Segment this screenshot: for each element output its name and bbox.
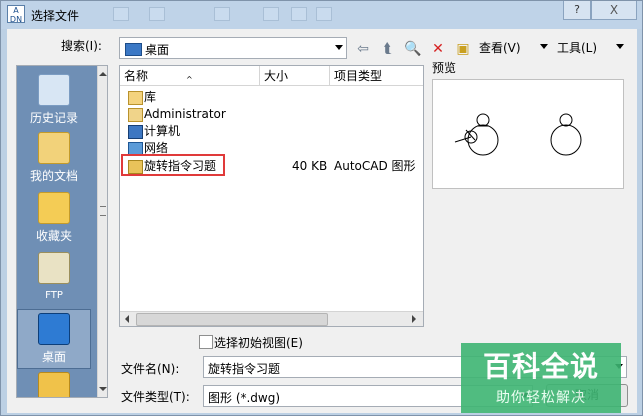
scroll-grip-icon[interactable] (100, 206, 106, 216)
file-dialog-window: A DN 选择文件 ? X 搜索(I): 桌面 ⇦ ⮬ 🔍 ✕ ▣ 查看(V) 工… (0, 0, 643, 416)
scroll-left-icon[interactable] (125, 315, 129, 323)
help-button[interactable]: ? (563, 1, 591, 20)
preview-label: 预览 (432, 61, 457, 75)
new-folder-icon[interactable]: ▣ (454, 40, 472, 58)
place-more[interactable] (17, 372, 91, 397)
column-header-type[interactable]: 项目类型 (330, 66, 423, 86)
delete-icon[interactable]: ✕ (429, 40, 447, 58)
filetype-label: 文件类型(T): (121, 390, 190, 404)
file-name: Administrator (144, 107, 226, 121)
place-history[interactable]: 历史记录 (17, 74, 91, 126)
file-row[interactable]: 计算机 (120, 123, 423, 139)
place-label: FTP (45, 290, 63, 301)
watermark-title: 百科全说 (482, 350, 599, 383)
library-icon (128, 91, 143, 105)
file-list-hscrollbar[interactable] (120, 311, 423, 326)
ghost-toolbar-icon (263, 7, 279, 21)
file-size: 40 KB (292, 159, 328, 173)
autocad-app-icon: A DN (7, 5, 25, 24)
desktop-small-icon (125, 43, 142, 56)
file-list: 名称 ^ 大小 项目类型 库 Administrator 计算机 网络 旋转指令… (119, 65, 424, 327)
dwg-preview-drawing (454, 113, 582, 156)
dialog-client-area: 搜索(I): 桌面 ⇦ ⮬ 🔍 ✕ ▣ 查看(V) 工具(L) 历史记录 我的文… (7, 29, 637, 413)
file-row-selected[interactable]: 旋转指令习题 40 KB AutoCAD 图形 (120, 154, 423, 176)
column-header-name[interactable]: 名称 ^ (120, 66, 260, 86)
desktop-icon (38, 313, 70, 345)
preview-pane (432, 79, 624, 189)
filename-value: 旋转指令习题 (208, 362, 281, 376)
favorites-icon (38, 192, 70, 224)
ghost-toolbar-icon (291, 7, 307, 21)
ghost-toolbar-icon (113, 7, 129, 21)
search-web-icon[interactable]: 🔍 (404, 40, 422, 58)
file-name: 计算机 (144, 124, 181, 138)
views-menu[interactable]: 查看(V) (479, 39, 521, 56)
column-label: 名称 (124, 69, 149, 83)
places-scrollbar[interactable] (97, 66, 107, 397)
folder-icon (38, 372, 70, 397)
views-dropdown-icon[interactable] (540, 44, 548, 49)
history-icon (38, 74, 70, 106)
file-row[interactable]: Administrator (120, 106, 423, 122)
dwg-file-icon (128, 160, 143, 174)
place-documents[interactable]: 我的文档 (17, 132, 91, 184)
initial-view-checkbox[interactable] (199, 335, 213, 349)
computer-icon (128, 125, 143, 139)
place-favorites[interactable]: 收藏夹 (17, 192, 91, 244)
place-label: 我的文档 (29, 169, 78, 183)
place-desktop[interactable]: 桌面 (17, 309, 91, 369)
documents-icon (38, 132, 70, 164)
filetype-value: 图形 (*.dwg) (208, 391, 281, 405)
back-icon[interactable]: ⇦ (354, 40, 372, 58)
location-combo[interactable]: 桌面 (119, 37, 347, 59)
place-label: 桌面 (41, 350, 66, 364)
ftp-icon (38, 252, 70, 284)
scroll-right-icon[interactable] (412, 315, 416, 323)
watermark-logo: 百科全说 助你轻松解决 (461, 343, 621, 413)
up-folder-icon[interactable]: ⮬ (379, 40, 397, 58)
ghost-toolbar-icon (316, 7, 332, 21)
sort-up-icon: ^ (186, 75, 193, 84)
column-header-size[interactable]: 大小 (260, 66, 330, 86)
file-type: AutoCAD 图形 (334, 159, 416, 173)
places-bar: 历史记录 我的文档 收藏夹 FTP 桌面 (16, 65, 108, 398)
file-row[interactable]: 库 (120, 89, 423, 105)
ghost-toolbar-icon (214, 7, 230, 21)
scroll-down-icon[interactable] (99, 387, 107, 391)
search-in-label: 搜索(I): (61, 39, 102, 53)
window-title: 选择文件 (31, 9, 80, 23)
watermark-subtitle: 助你轻松解决 (496, 390, 586, 406)
tools-menu[interactable]: 工具(L) (557, 39, 597, 56)
column-label: 大小 (264, 69, 289, 83)
hscroll-thumb[interactable] (136, 313, 328, 326)
location-value: 桌面 (145, 43, 170, 57)
place-label: 收藏夹 (35, 229, 72, 243)
filename-label: 文件名(N): (121, 362, 180, 376)
tools-dropdown-icon[interactable] (616, 44, 624, 49)
user-folder-icon (128, 108, 143, 122)
place-ftp[interactable]: FTP (17, 252, 91, 301)
file-name: 库 (144, 90, 157, 104)
ghost-toolbar-icon (149, 7, 165, 21)
column-label: 项目类型 (334, 69, 383, 83)
initial-view-label[interactable]: 选择初始视图(E) (214, 334, 303, 351)
title-bar: A DN 选择文件 ? X (1, 1, 642, 29)
chevron-down-icon (335, 45, 343, 50)
scroll-up-icon[interactable] (99, 72, 107, 76)
place-label: 历史记录 (29, 111, 78, 125)
close-button[interactable]: X (591, 1, 637, 20)
file-name: 旋转指令习题 (144, 159, 217, 173)
